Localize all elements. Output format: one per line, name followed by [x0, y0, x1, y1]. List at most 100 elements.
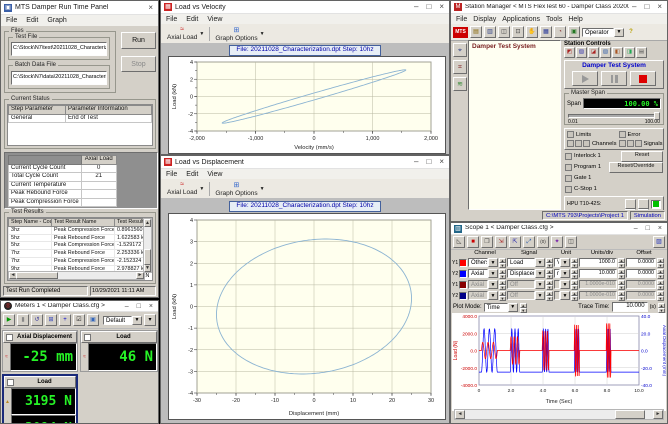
- signal-select[interactable]: Displacement▼: [507, 269, 545, 278]
- span-slider[interactable]: [568, 112, 660, 118]
- unit-select[interactable]: ▼: [554, 291, 570, 300]
- channel-select-spinner[interactable]: ▲▼: [499, 280, 506, 289]
- offset-field[interactable]: 0.0000: [626, 291, 656, 300]
- offset-field-spinner[interactable]: ▲▼: [657, 291, 664, 300]
- interlock-reset-button[interactable]: Reset: [621, 151, 663, 162]
- menu-item-edit[interactable]: Edit: [186, 16, 198, 23]
- hold-button[interactable]: ▮: [17, 314, 29, 326]
- minimize-icon[interactable]: –: [634, 225, 638, 232]
- maximize-icon[interactable]: □: [646, 225, 650, 232]
- plot-mode-select[interactable]: Time▼: [484, 303, 518, 312]
- stop-button[interactable]: ■: [467, 236, 479, 248]
- help-icon[interactable]: ?: [626, 27, 636, 37]
- menu-item-help[interactable]: Help: [568, 16, 582, 23]
- offset-field-spinner[interactable]: ▲▼: [657, 258, 664, 267]
- close-icon[interactable]: ×: [657, 3, 662, 11]
- add-meter-button[interactable]: +: [59, 314, 71, 326]
- channel-select-spinner[interactable]: ▲▼: [499, 258, 506, 267]
- meter-checkbox[interactable]: [7, 379, 14, 386]
- layout-grid-button[interactable]: ⊞: [45, 314, 57, 326]
- trace-color-swatch[interactable]: [459, 281, 467, 289]
- menu-item-file[interactable]: File: [456, 16, 467, 23]
- channel-select[interactable]: Axial▼: [468, 280, 498, 289]
- units-div-field[interactable]: 1.0000e-010: [579, 280, 617, 289]
- test-file-field[interactable]: C:\Stock\N7\test\20211028_Characterizati…: [11, 42, 107, 56]
- menu-item-applications[interactable]: Applications: [502, 16, 540, 23]
- offset-field[interactable]: 0.0000: [626, 280, 656, 289]
- signal-select-spinner[interactable]: ▲▼: [546, 291, 553, 300]
- signal-select-spinner[interactable]: ▲▼: [546, 269, 553, 278]
- unit-select[interactable]: ▼: [554, 280, 570, 289]
- trace-color-swatch[interactable]: [459, 259, 467, 267]
- maximize-icon[interactable]: □: [426, 3, 431, 11]
- program-stop-button[interactable]: [630, 71, 656, 86]
- results-vscrollbar[interactable]: ▲ ▼: [143, 218, 152, 273]
- signal-select[interactable]: Load▼: [507, 258, 545, 267]
- unit-select-spinner[interactable]: ▲▼: [571, 258, 578, 267]
- graph-options-button[interactable]: ⊞ Graph Options▼: [212, 25, 267, 43]
- manual-cmd-icon[interactable]: ◪: [588, 47, 599, 58]
- hand-station-button[interactable]: ✋: [526, 26, 538, 38]
- menu-item-edit[interactable]: Edit: [186, 171, 198, 178]
- minimize-icon[interactable]: –: [414, 3, 418, 11]
- offset-field[interactable]: 0.0000: [626, 258, 656, 267]
- run-button[interactable]: Run: [121, 32, 156, 49]
- unit-select-spinner[interactable]: ▲▼: [571, 291, 578, 300]
- readouts-icon[interactable]: ◨: [624, 47, 635, 58]
- zoom-x-button[interactable]: ⇲: [495, 236, 507, 248]
- unit-select-spinner[interactable]: ▲▼: [571, 269, 578, 278]
- zoom-y-button[interactable]: ⇱: [509, 236, 521, 248]
- settings-icon[interactable]: ▤: [636, 47, 647, 58]
- clock-button[interactable]: ◔: [554, 26, 566, 38]
- maximize-icon[interactable]: □: [644, 3, 649, 11]
- reset-controls-icon[interactable]: ◩: [564, 47, 575, 58]
- close-icon[interactable]: ×: [148, 4, 153, 12]
- menu-item-view[interactable]: View: [207, 16, 222, 23]
- meter-checkbox[interactable]: [84, 334, 91, 341]
- channel-select[interactable]: Axial▼: [468, 269, 498, 278]
- meter-setup-button[interactable]: ▣: [87, 314, 99, 326]
- graph-options-button[interactable]: ⊞ Graph Options▼: [212, 180, 267, 198]
- meter-panel-load[interactable]: Load≈46 N: [80, 330, 158, 372]
- signal-select[interactable]: Off▼: [507, 291, 545, 300]
- trace-time-field[interactable]: 10.000: [612, 302, 648, 312]
- save-button[interactable]: ▥: [484, 26, 496, 38]
- menu-item-file[interactable]: File: [166, 171, 177, 178]
- menu-item-tools[interactable]: Tools: [546, 16, 562, 23]
- preview-button[interactable]: ⊡: [512, 26, 524, 38]
- new-window-button[interactable]: ❐: [481, 236, 493, 248]
- channel-select[interactable]: Others▼: [468, 258, 498, 267]
- close-icon[interactable]: ×: [658, 225, 662, 232]
- meters-tool-button[interactable]: ≋: [453, 77, 467, 91]
- hpu-low-button[interactable]: [625, 199, 636, 209]
- offset-field-spinner[interactable]: ▲▼: [657, 269, 664, 278]
- snapshot-button[interactable]: ▣: [568, 26, 580, 38]
- program-hold-button[interactable]: [601, 71, 627, 86]
- batch-file-field[interactable]: C:\Stock\N7\data\20211028_Characterizati…: [11, 71, 107, 85]
- open-button[interactable]: ▤: [470, 26, 482, 38]
- units-div-field-spinner[interactable]: ▲▼: [618, 291, 625, 300]
- minimize-icon[interactable]: –: [414, 158, 418, 166]
- meter-preset-select[interactable]: Default▼: [103, 316, 142, 325]
- offset-field-spinner[interactable]: ▲▼: [657, 280, 664, 289]
- maximize-icon[interactable]: □: [137, 303, 141, 310]
- scope-hscrollbar[interactable]: ◄ ►: [454, 409, 664, 420]
- cursor-menu-button[interactable]: ◺: [453, 236, 465, 248]
- close-icon[interactable]: ×: [149, 303, 153, 310]
- menu-item-file[interactable]: File: [6, 17, 17, 24]
- trace-edit-button[interactable]: ▨: [653, 236, 665, 248]
- meter-extra-dropdown[interactable]: ▾: [144, 314, 156, 326]
- meter-checkbox[interactable]: [6, 334, 13, 341]
- program-run-button[interactable]: [572, 71, 598, 86]
- results-hscrollbar[interactable]: ◄ ►: [8, 271, 145, 280]
- menu-item-graph[interactable]: Graph: [47, 17, 66, 24]
- minimize-icon[interactable]: –: [125, 303, 129, 310]
- menu-item-display[interactable]: Display: [473, 16, 496, 23]
- detectors-icon[interactable]: ◧: [612, 47, 623, 58]
- auto-update-checkbox[interactable]: ☑: [73, 314, 85, 326]
- channel-select-spinner[interactable]: ▲▼: [499, 291, 506, 300]
- print-button[interactable]: ◫: [498, 26, 510, 38]
- plot-mode-spinner[interactable]: ▲▼: [520, 303, 527, 312]
- print-button[interactable]: ◫: [565, 236, 577, 248]
- power-icon[interactable]: ▨: [576, 47, 587, 58]
